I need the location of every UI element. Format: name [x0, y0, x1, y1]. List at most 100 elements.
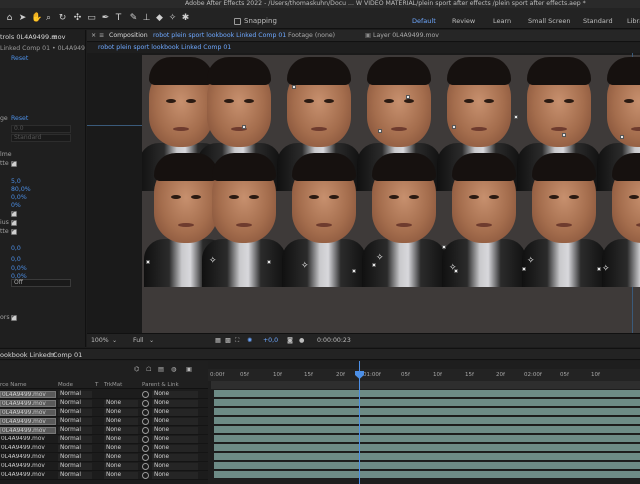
layer-duration-bar[interactable]: [214, 462, 640, 470]
hand-icon[interactable]: ✋: [31, 13, 42, 24]
off-dropdown[interactable]: Off: [11, 279, 71, 287]
pick-whip-icon[interactable]: [142, 400, 149, 407]
work-area-bar[interactable]: [211, 381, 640, 389]
transform-handle[interactable]: [522, 267, 526, 271]
value-0-percent-c[interactable]: 0,0%: [11, 265, 27, 273]
layer-parent-dropdown[interactable]: None: [152, 418, 198, 425]
current-time-display[interactable]: 0:00:00:23: [317, 336, 351, 346]
breadcrumb-comp[interactable]: robot plein sport lookbook Linked Comp 0…: [98, 43, 231, 53]
current-time-indicator[interactable]: [359, 361, 360, 484]
layer-row[interactable]: 0L4A9499.mov Normal None None: [0, 444, 208, 453]
pick-whip-icon[interactable]: [142, 409, 149, 416]
transform-handle[interactable]: [378, 129, 382, 133]
value-0-a[interactable]: 0,0: [11, 245, 21, 253]
transparency-grid-icon[interactable]: ▩: [225, 336, 231, 346]
value-0-percent[interactable]: 0,0%: [11, 194, 27, 202]
layer-name[interactable]: 0L4A9499.mov: [0, 427, 56, 434]
layer-row[interactable]: 0L4A9499.mov Normal None None: [0, 426, 208, 435]
property-checkbox[interactable]: [11, 159, 17, 167]
pick-whip-icon[interactable]: [142, 472, 149, 479]
workspace-small-screen[interactable]: Small Screen: [528, 17, 570, 26]
color-channel-icon[interactable]: ✺: [247, 336, 252, 346]
transform-handle[interactable]: [267, 260, 271, 264]
layer-parent-dropdown[interactable]: None: [152, 436, 198, 443]
transform-handle[interactable]: [242, 125, 246, 129]
layer-trkmat-dropdown[interactable]: None: [104, 427, 138, 434]
layer-parent-dropdown[interactable]: None: [152, 445, 198, 452]
layer-mode-dropdown[interactable]: Normal: [58, 418, 92, 425]
layer-row[interactable]: 0L4A9499.mov Normal None None: [0, 417, 208, 426]
value-80-percent[interactable]: 80,0%: [11, 186, 31, 194]
rotate-icon[interactable]: ↻: [57, 13, 68, 24]
pick-whip-icon[interactable]: [142, 463, 149, 470]
eraser-icon[interactable]: ◆: [154, 13, 165, 24]
puppet-pin-icon[interactable]: ✱: [180, 13, 191, 24]
layer-name[interactable]: 0L4A9499.mov: [0, 445, 56, 452]
transform-handle[interactable]: [292, 85, 296, 89]
layer-mode-dropdown[interactable]: Normal: [58, 409, 92, 416]
composition-tab-name[interactable]: robot plein sport lookbook Linked Comp 0…: [153, 31, 286, 41]
layer-parent-dropdown[interactable]: None: [152, 409, 198, 416]
layer-name[interactable]: 0L4A9499.mov: [0, 391, 56, 398]
pick-whip-icon[interactable]: [142, 418, 149, 425]
chevron-down-icon[interactable]: ⌄: [149, 336, 154, 346]
layer-trkmat-dropdown[interactable]: None: [104, 445, 138, 452]
column-mode[interactable]: Mode: [58, 381, 73, 389]
value-0-b[interactable]: 0,0: [11, 256, 21, 264]
layer-trkmat-dropdown[interactable]: None: [104, 409, 138, 416]
workspace-default[interactable]: Default: [412, 17, 436, 26]
composition-viewer[interactable]: ✧ ✧ ✧ ✧ ✧ ✧: [87, 53, 640, 333]
brush-icon[interactable]: ✎: [128, 13, 139, 24]
timeline-tab-label[interactable]: ookbook Linked Comp 01: [0, 350, 82, 360]
layer-mode-dropdown[interactable]: Normal: [58, 427, 92, 434]
layer-mode-dropdown[interactable]: Normal: [58, 400, 92, 407]
anchor-point-icon[interactable]: ✧: [209, 257, 217, 266]
property-checkbox[interactable]: [11, 218, 17, 226]
pen-icon[interactable]: ✒: [100, 13, 111, 24]
selection-arrow-icon[interactable]: ➤: [17, 13, 28, 24]
layer-name[interactable]: 0L4A9499.mov: [0, 472, 56, 479]
layer-row[interactable]: 0L4A9499.mov Normal None: [0, 390, 208, 399]
layer-parent-dropdown[interactable]: None: [152, 463, 198, 470]
transform-handle[interactable]: [620, 135, 624, 139]
pick-whip-icon[interactable]: [142, 445, 149, 452]
layer-mode-dropdown[interactable]: Normal: [58, 445, 92, 452]
camera-orbit-icon[interactable]: ✣: [72, 13, 83, 24]
layer-row[interactable]: 0L4A9499.mov Normal None None: [0, 462, 208, 471]
layer-duration-bar[interactable]: [214, 471, 640, 479]
anchor-point-icon[interactable]: ✧: [527, 257, 535, 266]
layer-row[interactable]: 0L4A9499.mov Normal None None: [0, 399, 208, 408]
property-checkbox[interactable]: [11, 227, 17, 235]
column-parent-link[interactable]: Parent & Link: [142, 381, 179, 389]
transform-handle[interactable]: [372, 263, 376, 267]
draft-3d-icon[interactable]: ⌬: [134, 365, 139, 375]
clone-stamp-icon[interactable]: ⊥: [141, 13, 152, 24]
transform-handle[interactable]: [146, 260, 150, 264]
column-source-name[interactable]: rce Name: [0, 381, 27, 389]
property-checkbox[interactable]: [11, 313, 17, 321]
layer-duration-bar[interactable]: [214, 435, 640, 443]
pick-whip-icon[interactable]: [142, 436, 149, 443]
layer-name[interactable]: 0L4A9499.mov: [0, 454, 56, 461]
layer-row[interactable]: 0L4A9499.mov Normal None None: [0, 471, 208, 480]
home-icon[interactable]: ⌂: [4, 13, 15, 24]
composition-frame[interactable]: ✧ ✧ ✧ ✧ ✧ ✧: [142, 55, 640, 333]
layer-trkmat-dropdown[interactable]: None: [104, 472, 138, 479]
reset-link-2[interactable]: Reset: [11, 115, 28, 123]
roto-brush-icon[interactable]: ✧: [167, 13, 178, 24]
layer-duration-bar[interactable]: [214, 390, 640, 398]
transform-handle[interactable]: [597, 267, 601, 271]
anchor-point-icon[interactable]: ✧: [449, 264, 457, 273]
layer-duration-bar[interactable]: [214, 444, 640, 452]
zoom-dropdown[interactable]: 100%: [91, 336, 109, 346]
pick-whip-icon[interactable]: [142, 427, 149, 434]
timeline-tracks[interactable]: 0:00f 05f 10f 15f 20f 01:00f 05f 10f 15f 20f 02:00…: [208, 361, 640, 484]
reset-link-1[interactable]: Reset: [11, 55, 28, 63]
layer-duration-bar[interactable]: [214, 399, 640, 407]
layer-parent-dropdown[interactable]: None: [152, 454, 198, 461]
value-5[interactable]: 5,0: [11, 178, 21, 186]
footage-tab[interactable]: Footage (none): [288, 31, 335, 41]
property-checkbox[interactable]: [11, 209, 17, 217]
layer-name[interactable]: 0L4A9499.mov: [0, 463, 56, 470]
layer-parent-dropdown[interactable]: None: [152, 427, 198, 434]
